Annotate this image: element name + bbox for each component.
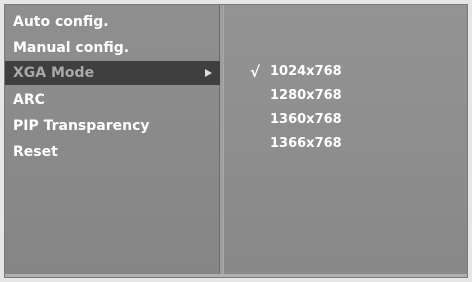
- xga-option-label: 1366x768: [270, 136, 342, 151]
- xga-option-label: 1024x768: [270, 64, 342, 79]
- menu-item-auto-config[interactable]: Auto config.: [5, 9, 220, 35]
- right-arrow-icon: [205, 69, 212, 77]
- osd-frame: Auto config. Manual config. XGA Mode ARC…: [4, 4, 468, 278]
- xga-option-1360x768[interactable]: 1360x768: [224, 108, 467, 132]
- xga-option-label: 1280x768: [270, 88, 342, 103]
- menu-item-label: PIP Transparency: [13, 118, 150, 134]
- menu-item-manual-config[interactable]: Manual config.: [5, 35, 220, 61]
- menu-item-reset[interactable]: Reset: [5, 139, 220, 165]
- menu-item-pip-transparency[interactable]: PIP Transparency: [5, 113, 220, 139]
- bottom-divider: [5, 274, 467, 277]
- menu-item-label: Reset: [13, 144, 58, 160]
- osd-menu-window: Auto config. Manual config. XGA Mode ARC…: [0, 0, 472, 282]
- menu-item-xga-mode[interactable]: XGA Mode: [5, 61, 220, 85]
- menu-item-label: Auto config.: [13, 14, 109, 30]
- xga-option-label: 1360x768: [270, 112, 342, 127]
- xga-option-1024x768[interactable]: √ 1024x768: [224, 60, 467, 84]
- menu-item-label: XGA Mode: [13, 65, 95, 81]
- menu-item-label: ARC: [13, 92, 45, 108]
- checkmark-icon: √: [250, 63, 261, 81]
- menu-item-arc[interactable]: ARC: [5, 87, 220, 113]
- main-menu-panel: Auto config. Manual config. XGA Mode ARC…: [5, 5, 223, 277]
- xga-option-1280x768[interactable]: 1280x768: [224, 84, 467, 108]
- xga-mode-submenu-panel: √ 1024x768 1280x768 1360x768 1366x768: [223, 5, 467, 277]
- xga-option-1366x768[interactable]: 1366x768: [224, 132, 467, 156]
- menu-item-label: Manual config.: [13, 40, 130, 56]
